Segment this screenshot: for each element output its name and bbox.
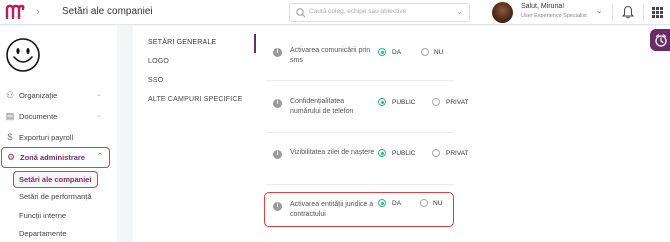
radio-da[interactable] [378, 199, 386, 207]
option-label: PRIVAT [446, 99, 469, 106]
info-icon[interactable]: i [273, 150, 282, 159]
back-chevron-icon[interactable]: › [36, 6, 40, 18]
tab-sso[interactable]: SSO [148, 77, 163, 84]
sidebar-item-documente[interactable]: ▤ Documente ⌄ [0, 108, 117, 126]
search-input[interactable]: Caută coleg, echipe sau obiective ⌄ [289, 3, 470, 22]
sidebar-subitem-departamente[interactable]: Departamente [19, 229, 67, 238]
document-icon: ▤ [5, 111, 15, 121]
divider [612, 4, 613, 21]
top-bar: › Setări ale companiei Caută coleg, echi… [0, 0, 670, 25]
settings-panel: SETĂRI GENERALE LOGO SSO ALTE CAMPURI SP… [133, 26, 670, 242]
sidebar-item-label: Exporturi payroll [19, 133, 74, 142]
option-label: PRIVAT [446, 150, 469, 157]
chevron-down-icon[interactable]: ⌄ [456, 7, 463, 16]
setting-label: Activarea comunicării prin sms [290, 47, 371, 64]
radio-nu[interactable] [421, 48, 429, 56]
radio-privat[interactable] [432, 149, 440, 157]
sidebar-item-exporturi-payroll[interactable]: $ Exporturi payroll [0, 129, 117, 147]
search-placeholder: Caută coleg, echipe sau obiective [309, 8, 407, 15]
user-role: User Experience Specialist [521, 13, 587, 19]
option-label: NU [433, 200, 443, 207]
tab-setari-generale[interactable]: SETĂRI GENERALE [148, 39, 216, 46]
tab-logo[interactable]: LOGO [148, 58, 169, 65]
sidebar-item-zona-administrare[interactable]: ⚙ Zonă administrare ⌃ [1, 147, 110, 168]
setting-label: Confidențialitatea numărului de telefon [290, 98, 354, 115]
user-menu-chevron-icon[interactable]: ⌄ [596, 6, 603, 15]
setting-label: Activarea entității juridice a contractu… [290, 201, 374, 218]
sidebar-item-organizatie[interactable]: ⚇ Organizație ⌄ [0, 87, 117, 105]
radio-public[interactable] [378, 149, 386, 157]
option-label: PUBLIC [392, 99, 416, 106]
sidebar-subitem-setari-companiei[interactable]: Setări ale companiei [13, 171, 98, 188]
info-icon[interactable]: i [273, 99, 282, 108]
gear-icon: ⚙ [6, 152, 16, 162]
bell-icon[interactable] [622, 5, 634, 19]
user-greeting: Salut, Miruna! [521, 3, 565, 10]
option-label: DA [392, 49, 402, 56]
info-icon[interactable]: i [273, 202, 282, 211]
radio-nu[interactable] [420, 199, 428, 207]
setting-label: Vizibilitatea zilei de naștere [290, 149, 375, 156]
option-label: DA [392, 200, 402, 207]
option-label: PUBLIC [392, 150, 416, 157]
chevron-down-icon: ⌄ [96, 112, 102, 119]
radio-privat[interactable] [432, 98, 440, 106]
company-smiley-logo-icon [6, 38, 40, 72]
dollar-icon: $ [7, 132, 13, 142]
avatar[interactable] [492, 2, 513, 23]
search-icon [296, 8, 306, 18]
chevron-down-icon: ⌄ [96, 91, 102, 98]
page-title: Setări ale companiei [62, 6, 153, 17]
settings-tabs: SETĂRI GENERALE LOGO SSO ALTE CAMPURI SP… [133, 26, 257, 242]
active-tab-indicator [254, 34, 256, 53]
alarm-clock-icon [655, 34, 667, 47]
sidebar-item-label: Organizație [19, 91, 58, 100]
tab-alte-campuri-specifice[interactable]: ALTE CAMPURI SPECIFICE [148, 96, 243, 103]
option-label: NU [434, 49, 444, 56]
sidebar-item-label: Zonă administrare [20, 153, 86, 162]
divider [266, 132, 454, 133]
radio-public[interactable] [378, 98, 386, 106]
chevron-up-icon: ⌃ [97, 153, 103, 160]
sidebar-subitem-setari-performanta[interactable]: Setări de performanță [19, 192, 92, 201]
radio-da[interactable] [378, 48, 386, 56]
divider [643, 4, 644, 21]
divider [266, 80, 454, 81]
apps-grid-icon[interactable] [652, 7, 663, 18]
sidebar-item-label: Documente [19, 112, 58, 121]
alarm-clock-button[interactable] [650, 29, 670, 51]
sidebar-subitem-functii-interne[interactable]: Funcții interne [19, 211, 66, 220]
divider [266, 184, 454, 185]
people-icon: ⚇ [5, 90, 15, 100]
info-icon[interactable]: i [273, 48, 282, 57]
sidebar: ⚇ Organizație ⌄ ▤ Documente ⌄ $ Exportur… [0, 26, 117, 242]
company-logo-icon[interactable] [5, 4, 25, 20]
